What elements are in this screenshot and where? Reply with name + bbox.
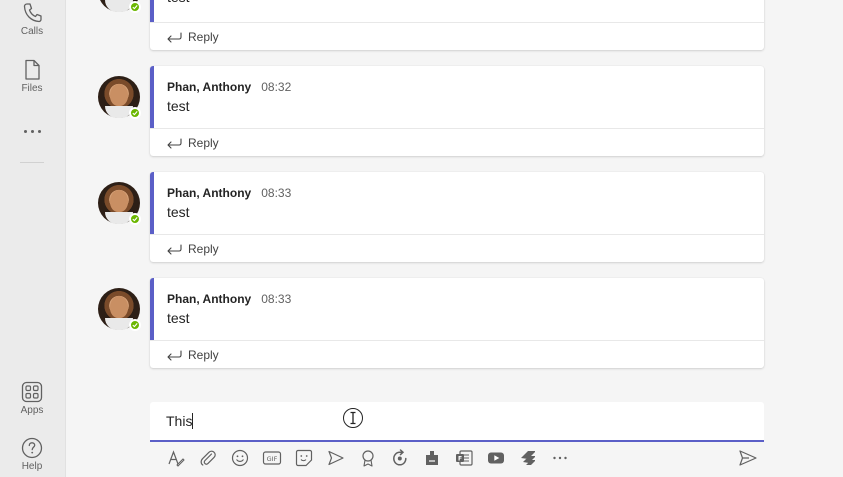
reply-icon: [167, 137, 182, 149]
text-caret: [192, 413, 194, 429]
message-accent-bar: [150, 278, 154, 340]
jira-button[interactable]: [512, 446, 544, 470]
message-author: Phan, Anthony: [167, 292, 252, 306]
message-author: Phan, Anthony: [167, 186, 252, 200]
message-time: 08:33: [261, 186, 292, 200]
format-button[interactable]: [160, 446, 192, 470]
loop-icon: [393, 449, 407, 466]
help-icon: [21, 437, 43, 459]
approvals-button[interactable]: [416, 446, 448, 470]
presence-available-icon: [129, 319, 141, 331]
message-time: 08:33: [261, 292, 292, 306]
compose-box[interactable]: This: [150, 402, 764, 442]
message-card[interactable]: test Reply: [150, 0, 764, 50]
emoji-icon: [231, 449, 249, 467]
message-text: test: [167, 310, 190, 326]
reply-label: Reply: [188, 347, 219, 362]
reply-label: Reply: [188, 29, 219, 44]
meet-now-button[interactable]: [320, 446, 352, 470]
app-bar-help[interactable]: Help: [0, 437, 64, 472]
app-bar-files-label: Files: [21, 83, 43, 94]
gif-button[interactable]: GIF: [256, 446, 288, 470]
jira-icon: [521, 451, 535, 465]
message-author: Phan, Anthony: [167, 80, 252, 94]
avatar[interactable]: [98, 288, 141, 331]
loop-button[interactable]: [384, 446, 416, 470]
meet-now-icon: [328, 450, 344, 466]
attach-button[interactable]: [192, 446, 224, 470]
reply-button[interactable]: Reply: [150, 340, 764, 368]
reply-button[interactable]: Reply: [150, 128, 764, 156]
compose-toolbar: GIF F: [160, 446, 576, 470]
format-icon: [168, 450, 185, 467]
compose-input[interactable]: This: [166, 413, 194, 429]
reply-icon: [167, 349, 182, 361]
stream-button[interactable]: [480, 446, 512, 470]
reply-button[interactable]: Reply: [150, 234, 764, 262]
reply-icon: [167, 31, 182, 43]
message-text: test: [167, 204, 190, 220]
forms-button[interactable]: F: [448, 446, 480, 470]
message-card[interactable]: Phan, Anthony 08:32 test Reply: [150, 66, 764, 156]
emoji-button[interactable]: [224, 446, 256, 470]
praise-icon: [362, 450, 374, 467]
gif-icon: GIF: [262, 451, 282, 465]
send-button[interactable]: [735, 446, 761, 470]
app-bar-calls-label: Calls: [20, 26, 44, 37]
app-bar: Calls Files Apps Help: [0, 0, 66, 477]
sticker-button[interactable]: [288, 446, 320, 470]
message-accent-bar: [150, 66, 154, 128]
avatar[interactable]: [98, 76, 141, 119]
stream-icon: [488, 452, 504, 464]
apps-icon: [21, 381, 43, 403]
app-bar-help-label: Help: [21, 461, 43, 472]
message-text: test: [167, 98, 190, 114]
message-card[interactable]: Phan, Anthony 08:33 test Reply: [150, 278, 764, 368]
send-icon: [739, 450, 757, 466]
forms-icon: F: [456, 450, 473, 466]
praise-button[interactable]: [352, 446, 384, 470]
app-bar-apps-label: Apps: [20, 405, 44, 416]
presence-available-icon: [129, 107, 141, 119]
phone-icon: [23, 3, 42, 23]
more-horizontal-icon[interactable]: [18, 121, 46, 141]
reply-label: Reply: [188, 241, 219, 256]
app-bar-calls[interactable]: Calls: [0, 2, 64, 37]
reply-button[interactable]: Reply: [150, 22, 764, 50]
attach-icon: [200, 450, 216, 466]
presence-available-icon: [129, 1, 141, 13]
compose-input-text: This: [166, 413, 193, 429]
app-bar-files[interactable]: Files: [0, 59, 64, 94]
avatar[interactable]: [98, 0, 141, 13]
avatar[interactable]: [98, 182, 141, 225]
message-accent-bar: [150, 0, 154, 22]
text-cursor-icon: [343, 408, 363, 428]
app-bar-apps[interactable]: Apps: [0, 381, 64, 416]
svg-text:GIF: GIF: [267, 455, 278, 463]
presence-available-icon: [129, 213, 141, 225]
message-text: test: [167, 0, 754, 5]
message-accent-bar: [150, 172, 154, 234]
reply-icon: [167, 243, 182, 255]
file-icon: [25, 59, 40, 80]
more-options-button[interactable]: [544, 446, 576, 470]
svg-text:F: F: [458, 455, 462, 462]
more-options-icon: [553, 456, 567, 460]
message-card[interactable]: Phan, Anthony 08:33 test Reply: [150, 172, 764, 262]
app-bar-divider: [20, 162, 44, 163]
sticker-icon: [295, 449, 313, 467]
approvals-icon: [426, 451, 438, 465]
reply-label: Reply: [188, 135, 219, 150]
message-time: 08:32: [261, 80, 292, 94]
